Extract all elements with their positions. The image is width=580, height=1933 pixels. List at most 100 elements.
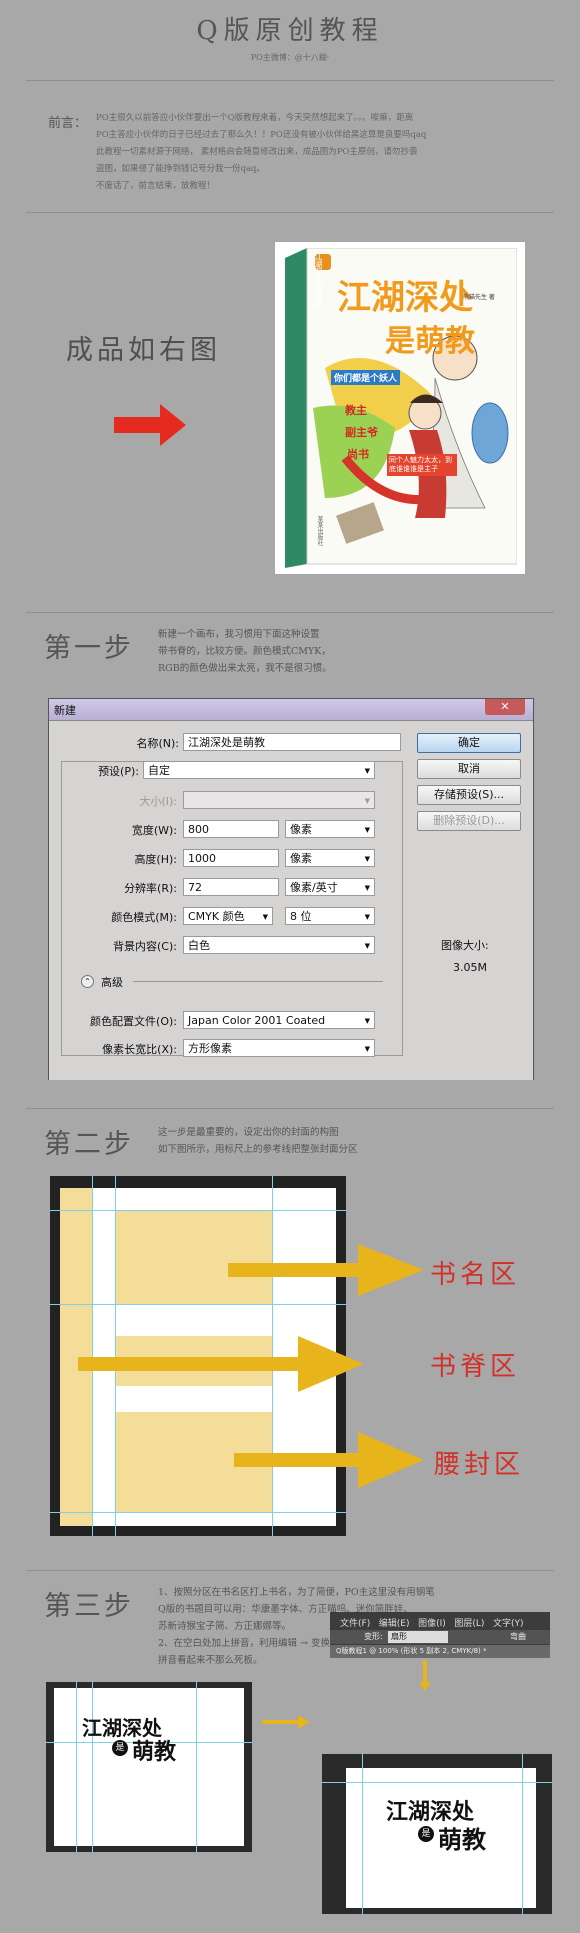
- menu-type[interactable]: 文字(Y): [493, 1619, 524, 1629]
- divider: [26, 1570, 554, 1571]
- step2-line: 这一步是最重要的，设定出你的封面的构图: [158, 1127, 339, 1138]
- size-select: [183, 791, 375, 809]
- step1-title: 第一步: [44, 633, 134, 664]
- menu-edit[interactable]: 编辑(E): [379, 1619, 410, 1629]
- chevron-up-icon[interactable]: ⌃: [81, 975, 94, 988]
- size-label: 大小(I):: [139, 795, 177, 808]
- guide-line: [50, 1512, 346, 1513]
- book-publisher: 某某出版社: [316, 516, 323, 546]
- book-tag: 教主: [345, 404, 367, 417]
- menu-file[interactable]: 文件(F): [340, 1619, 370, 1629]
- resolution-label: 分辨率(R):: [124, 882, 177, 895]
- menu-layer[interactable]: 图层(L): [454, 1619, 484, 1629]
- divider: [26, 80, 554, 81]
- document-tab[interactable]: Q版教程1 @ 100% (形状 5 副本 2, CMYK/8) *: [330, 1645, 550, 1658]
- color-profile-select[interactable]: Japan Color 2001 Coated: [183, 1011, 375, 1029]
- book-tag: 尚书: [347, 448, 369, 461]
- book-cover-image: 江湖深处是萌教 江湖深处 是萌教 熊猫先生 著 你们都是个妖人 教主 副主爷 尚…: [275, 242, 525, 574]
- step2-line: 如下图所示，用标尺上的参考线把整张封面分区: [158, 1144, 358, 1155]
- image-size-value: 3.05M: [453, 961, 487, 974]
- divider: [26, 212, 554, 213]
- step2-text: 这一步是最重要的，设定出你的封面的构图 如下图所示，用标尺上的参考线把整张封面分…: [158, 1124, 358, 1158]
- preset-label: 预设(P):: [63, 763, 139, 779]
- height-unit-select[interactable]: 像素: [285, 849, 375, 867]
- book-spine-title: 江湖深处是萌教: [314, 252, 323, 308]
- guide-line: [76, 1682, 77, 1852]
- step1-line: 新建一个画布，我习惯用下面这种设置: [158, 629, 320, 640]
- height-input[interactable]: 1000: [183, 849, 279, 867]
- intro-text: PO主很久以前答应小伙伴要出一个Q版教程来着，今天突然想起来了。。。唉嘛，距离 …: [96, 110, 536, 195]
- options-bar: 变形: 扇形 弯曲: [330, 1630, 550, 1644]
- book-title-line: 江湖深处: [337, 278, 473, 318]
- cancel-button[interactable]: 取消: [417, 759, 521, 779]
- intro-line: 盗图，如果侵了能挣到钱记号分我一份qaq。: [96, 164, 265, 174]
- arrow-down-icon: [419, 1660, 431, 1691]
- book-ribbon: 你们都是个妖人: [331, 370, 401, 385]
- step3-line: 1、按照分区在书名区打上书名，为了简便，PO主这里没有用钢笔: [158, 1587, 435, 1598]
- book-title-line: 是萌教: [385, 324, 475, 359]
- guide-line: [362, 1754, 363, 1914]
- photoshop-menubar: 文件(F) 编辑(E) 图像(I) 图层(L) 文字(Y) 变形: 扇形 弯曲 …: [330, 1612, 550, 1658]
- book-author: 熊猫先生 著: [463, 294, 495, 301]
- arrow-right-icon: [228, 1244, 424, 1296]
- background-label: 背景内容(C):: [113, 940, 177, 953]
- warp-label: 变形:: [364, 1632, 383, 1641]
- width-unit-select[interactable]: 像素: [285, 820, 375, 838]
- warped-title-preview: 江湖深处 是 萌教: [322, 1754, 552, 1914]
- bit-depth-select[interactable]: 8 位: [285, 907, 375, 925]
- page-title: Q版原创教程: [196, 16, 384, 46]
- title-badge: 是: [112, 1740, 128, 1756]
- width-input[interactable]: 800: [183, 820, 279, 838]
- save-preset-button[interactable]: 存储预设(S)...: [417, 785, 521, 805]
- preset-select[interactable]: 自定: [143, 761, 375, 779]
- step1-line: RGB的颜色做出来太亮，我不是很习惯。: [158, 663, 332, 674]
- dialog-body: 名称(N): 江湖深处是萌教 预设(P): 自定 大小(I): 宽度(W): 8…: [49, 721, 533, 1080]
- zone-label-belt: 腰封区: [434, 1450, 525, 1480]
- image-size-label: 图像大小:: [441, 939, 489, 952]
- width-label: 宽度(W):: [131, 824, 177, 837]
- book-slogan: 同个人魅力太太，到底谁谁谁是主子: [387, 454, 457, 476]
- book-title-line: 萌教: [438, 1826, 486, 1854]
- intro-line: PO主很久以前答应小伙伴要出一个Q版教程来着，今天突然想起来了。。。唉嘛，距离: [96, 113, 414, 123]
- delete-preset-button: 删除预设(D)...: [417, 811, 521, 831]
- guide-line: [50, 1210, 346, 1211]
- divider: [26, 1108, 554, 1109]
- divider: [26, 612, 554, 613]
- new-document-dialog: 新建 ✕ 名称(N): 江湖深处是萌教 预设(P): 自定 大小(I): 宽度(…: [48, 698, 534, 1080]
- step2-title: 第二步: [44, 1129, 134, 1160]
- resolution-input[interactable]: 72: [183, 878, 279, 896]
- divider: [133, 981, 383, 982]
- arrow-right-icon: [262, 1715, 310, 1729]
- guide-line: [92, 1682, 93, 1852]
- menu-items: 文件(F) 编辑(E) 图像(I) 图层(L) 文字(Y): [340, 1616, 524, 1629]
- title-badge: 是: [418, 1826, 434, 1842]
- close-icon[interactable]: ✕: [485, 699, 525, 715]
- arrow-right-icon: [78, 1336, 364, 1392]
- advanced-label: 高级: [101, 976, 123, 989]
- product-label: 成品如右图: [66, 335, 221, 366]
- dialog-title: 新建: [54, 704, 76, 717]
- guide-line: [522, 1754, 523, 1914]
- pixel-aspect-label: 像素长宽比(X):: [102, 1043, 177, 1056]
- bend-label: 弯曲: [510, 1632, 526, 1641]
- background-select[interactable]: 白色: [183, 936, 375, 954]
- name-input[interactable]: 江湖深处是萌教: [183, 733, 401, 751]
- color-mode-select[interactable]: CMYK 颜色: [183, 907, 273, 925]
- ok-button[interactable]: 确定: [417, 733, 521, 753]
- step1-line: 带书脊的，比较方便。颜色模式CMYK，: [158, 646, 331, 657]
- page-subtitle: PO主微博：@十八糊·: [250, 53, 330, 62]
- menu-image[interactable]: 图像(I): [418, 1619, 446, 1629]
- guide-line: [50, 1304, 346, 1305]
- guide-line: [322, 1782, 552, 1783]
- arrow-right-icon: [234, 1432, 424, 1488]
- height-label: 高度(H):: [134, 853, 177, 866]
- zone-label-spine: 书脊区: [430, 1352, 521, 1382]
- name-label: 名称(N):: [136, 737, 179, 750]
- step1-text: 新建一个画布，我习惯用下面这种设置 带书脊的，比较方便。颜色模式CMYK， RG…: [158, 626, 332, 677]
- color-mode-label: 颜色模式(M):: [111, 911, 177, 924]
- guide-line: [196, 1682, 197, 1852]
- warp-style-select[interactable]: 扇形: [388, 1631, 448, 1643]
- pixel-aspect-select[interactable]: 方形像素: [183, 1039, 375, 1057]
- resolution-unit-select[interactable]: 像素/英寸: [285, 878, 375, 896]
- title-canvas-preview: 江湖深处 是 萌教: [46, 1682, 252, 1852]
